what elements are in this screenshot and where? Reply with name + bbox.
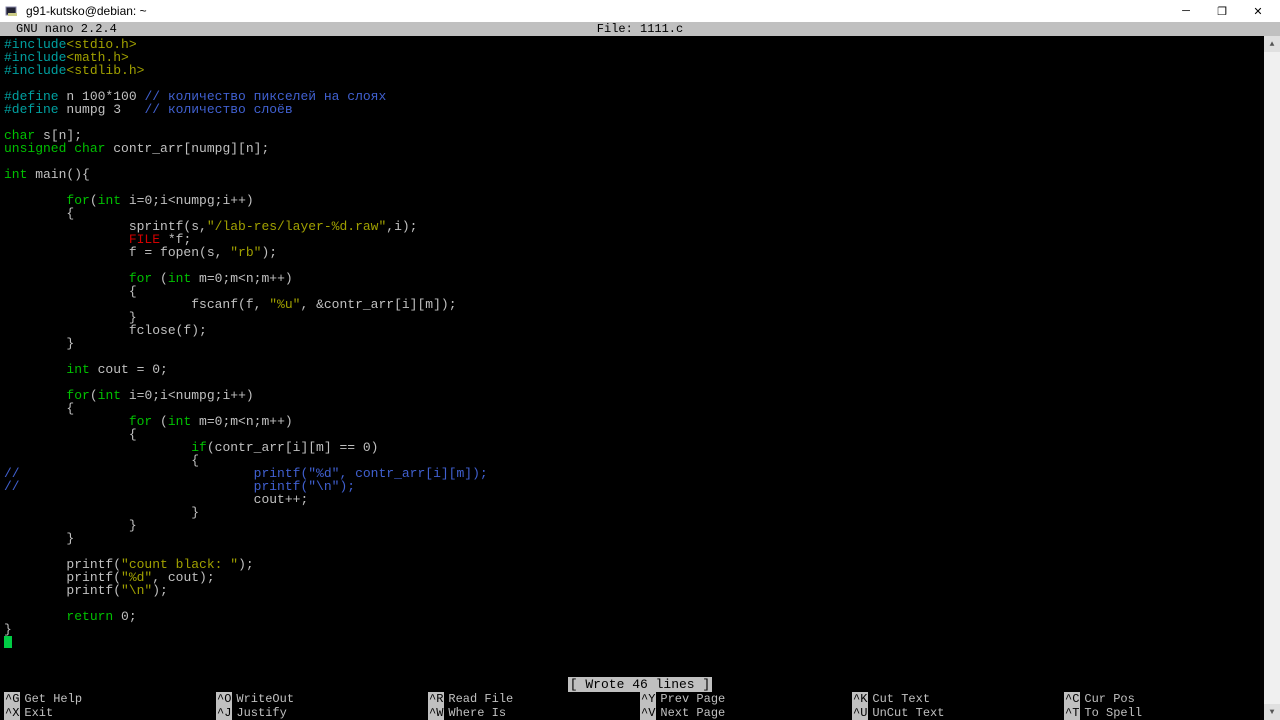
- text-cursor: [4, 636, 12, 648]
- nano-header: GNU nano 2.2.4 File: 1111.c: [0, 22, 1280, 36]
- nano-status-text: [ Wrote 46 lines ]: [568, 677, 712, 692]
- nano-status-line: [ Wrote 46 lines ]: [0, 677, 1280, 692]
- editor-area[interactable]: #include<stdio.h> #include<math.h> #incl…: [0, 36, 1280, 676]
- nano-file-label: File: 1111.c: [597, 22, 683, 36]
- maximize-button[interactable]: ❐: [1204, 0, 1240, 22]
- scroll-up-arrow-icon[interactable]: ▲: [1264, 36, 1280, 52]
- minimize-button[interactable]: ─: [1168, 0, 1204, 22]
- shortcut-to-spell[interactable]: ^TTo Spell: [1064, 706, 1276, 720]
- code-content: #include<stdio.h> #include<math.h> #incl…: [4, 38, 1276, 651]
- close-button[interactable]: ✕: [1240, 0, 1276, 22]
- nano-shortcuts: ^GGet Help ^OWriteOut ^RRead File ^YPrev…: [0, 692, 1280, 720]
- nano-app-version: GNU nano 2.2.4: [16, 22, 117, 36]
- shortcut-prev-page[interactable]: ^YPrev Page: [640, 692, 852, 706]
- scroll-down-arrow-icon[interactable]: ▼: [1264, 704, 1280, 720]
- window-title: g91-kutsko@debian: ~: [26, 4, 1168, 18]
- shortcut-exit[interactable]: ^XExit: [4, 706, 216, 720]
- shortcut-writeout[interactable]: ^OWriteOut: [216, 692, 428, 706]
- shortcut-uncut-text[interactable]: ^UUnCut Text: [852, 706, 1064, 720]
- shortcut-where-is[interactable]: ^WWhere Is: [428, 706, 640, 720]
- shortcut-get-help[interactable]: ^GGet Help: [4, 692, 216, 706]
- shortcut-read-file[interactable]: ^RRead File: [428, 692, 640, 706]
- shortcut-cur-pos[interactable]: ^CCur Pos: [1064, 692, 1276, 706]
- window-titlebar: g91-kutsko@debian: ~ ─ ❐ ✕: [0, 0, 1280, 22]
- shortcut-justify[interactable]: ^JJustify: [216, 706, 428, 720]
- shortcut-next-page[interactable]: ^VNext Page: [640, 706, 852, 720]
- window-controls: ─ ❐ ✕: [1168, 0, 1276, 22]
- vertical-scrollbar[interactable]: ▲ ▼: [1264, 36, 1280, 720]
- putty-icon: [4, 3, 20, 19]
- shortcut-cut-text[interactable]: ^KCut Text: [852, 692, 1064, 706]
